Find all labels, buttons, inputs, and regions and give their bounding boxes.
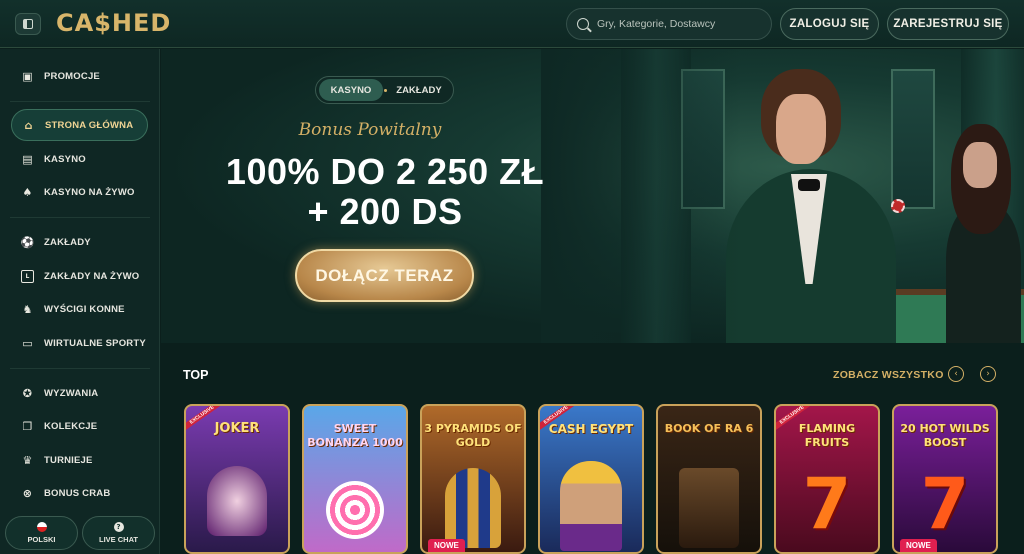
language-button[interactable]: POLSKI [5, 516, 78, 550]
sidebar-item-label: KASYNO NA ŻYWO [44, 186, 135, 198]
game-title: 3 PYRAMIDS OF GOLD [424, 422, 522, 449]
game-card-book-of-ra[interactable]: BOOK OF RA 6 [656, 404, 762, 554]
live-chat-button[interactable]: ? LIVE CHAT [82, 516, 155, 550]
sidebar-item-wyscigi-konne[interactable]: ♞ WYŚCIGI KONNE [11, 293, 148, 325]
sidebar: ▣ PROMOCJE ⌂ STRONA GŁÓWNA ▤ KASYNO ♠ KA… [0, 49, 160, 554]
horse-icon: ♞ [22, 302, 33, 316]
game-card-cash-egypt[interactable]: EXCLUSIVE CASH EGYPT [538, 404, 644, 554]
sidebar-item-wirtualne-sporty[interactable]: ▭ WIRTUALNE SPORTY [11, 327, 148, 359]
logo[interactable]: CA$HED [56, 9, 171, 39]
game-title: JOKER [214, 421, 260, 436]
chevron-right-icon: › [986, 369, 990, 379]
game-title: 20 HOT WILDS BOOST [900, 422, 990, 449]
game-card-flaming-fruits[interactable]: EXCLUSIVE FLAMING FRUITS 7 [774, 404, 880, 554]
hero-tab-switch: KASYNO ZAKŁADY [315, 76, 454, 104]
language-label: POLSKI [27, 535, 56, 544]
hero-title-line2: + 200 DS [307, 191, 463, 232]
see-all-link[interactable]: ZOBACZ WSZYSTKO [833, 369, 944, 381]
trophy-icon: ♛ [22, 453, 33, 467]
game-title: SWEET BONANZA 1000 [307, 422, 403, 449]
register-button[interactable]: ZAREJESTRUJ SIĘ [887, 8, 1009, 40]
game-title: BOOK OF RA 6 [664, 422, 754, 435]
collection-icon: ❐ [22, 419, 33, 433]
sidebar-item-label: BONUS CRAB [44, 487, 111, 499]
game-card-20-hot-wilds[interactable]: 20 HOT WILDS BOOST 7 NOWE [892, 404, 998, 554]
sidebar-item-label: KOLEKCJE [44, 420, 98, 432]
section-title: TOP [183, 368, 209, 382]
sidebar-toggle-button[interactable] [15, 13, 41, 35]
sidebar-item-label: ZAKŁADY NA ŻYWO [44, 270, 140, 282]
sidebar-item-label: TURNIEJE [44, 454, 93, 466]
search-input[interactable] [597, 18, 757, 30]
hero-title-line1: 100% DO 2 250 ZŁ [225, 151, 545, 192]
cleopatra-art [560, 461, 622, 551]
sidebar-item-promocje[interactable]: ▣ PROMOCJE [11, 60, 148, 92]
sidebar-item-strona-glowna[interactable]: ⌂ STRONA GŁÓWNA [11, 109, 148, 141]
cards-icon: ♠ [22, 185, 33, 199]
sidebar-item-label: KASYNO [44, 153, 86, 165]
sidebar-item-zaklady-na-zywo[interactable]: L ZAKŁADY NA ŻYWO [11, 260, 148, 292]
lollipop-art [326, 481, 384, 539]
search-icon [577, 18, 589, 30]
claw-icon: ⊗ [22, 486, 33, 500]
gift-icon: ▣ [22, 69, 33, 83]
sidebar-item-kasyno[interactable]: ▤ KASYNO [11, 143, 148, 175]
help-icon: ? [113, 522, 124, 532]
challenge-icon: ✪ [22, 386, 33, 400]
seven-art: 7 [920, 463, 970, 545]
live-chat-label: LIVE CHAT [98, 535, 139, 544]
join-now-button[interactable]: DOŁĄCZ TERAZ [295, 249, 474, 302]
explorer-art [679, 468, 739, 548]
top-header: CA$HED ZALOGUJ SIĘ ZAREJESTRUJ SIĘ [0, 0, 1024, 48]
new-badge: NOWE [428, 539, 465, 552]
sidebar-toggle-icon [23, 19, 33, 29]
sidebar-item-label: STRONA GŁÓWNA [45, 119, 134, 131]
pharaoh-art [445, 468, 501, 548]
home-icon: ⌂ [24, 118, 33, 132]
tab-zaklady[interactable]: ZAKŁADY [388, 79, 450, 101]
game-card-sweet-bonanza[interactable]: SWEET BONANZA 1000 [302, 404, 408, 554]
virtual-icon: ▭ [22, 336, 33, 350]
slot-machine-icon: ▤ [22, 152, 33, 166]
sidebar-item-label: WYŚCIGI KONNE [44, 303, 125, 315]
hero-subtitle: Bonus Powitalny [298, 120, 442, 140]
sidebar-item-kasyno-na-zywo[interactable]: ♠ KASYNO NA ŻYWO [11, 176, 148, 208]
poland-flag-icon [36, 522, 47, 532]
sidebar-item-wyzwania[interactable]: ✪ WYZWANIA [11, 377, 148, 409]
carousel-next-button[interactable]: › [980, 366, 996, 382]
hero-title: 100% DO 2 250 ZŁ + 200 DS [190, 152, 580, 232]
divider [10, 101, 150, 102]
sidebar-item-label: ZAKŁADY [44, 236, 91, 248]
game-title: FLAMING FRUITS [798, 422, 856, 449]
sidebar-item-kolekcje[interactable]: ❐ KOLEKCJE [11, 410, 148, 442]
sidebar-item-label: PROMOCJE [44, 70, 100, 82]
new-badge: NOWE [900, 539, 937, 552]
sidebar-item-bonus-crab[interactable]: ⊗ BONUS CRAB [11, 477, 148, 509]
search-box[interactable] [566, 8, 772, 40]
sidebar-item-turnieje[interactable]: ♛ TURNIEJE [11, 444, 148, 476]
chevron-left-icon: ‹ [954, 369, 958, 379]
joker-art [207, 466, 267, 536]
game-card-pyramids[interactable]: 3 PYRAMIDS OF GOLD NOWE [420, 404, 526, 554]
sidebar-item-label: WYZWANIA [44, 387, 99, 399]
ball-icon: ⚽ [20, 235, 35, 249]
sidebar-item-label: WIRTUALNE SPORTY [44, 337, 146, 349]
game-card-joker[interactable]: EXCLUSIVE JOKER [184, 404, 290, 554]
divider [10, 217, 150, 218]
seven-art: 7 [802, 463, 852, 545]
divider [10, 368, 150, 369]
tab-kasyno[interactable]: KASYNO [319, 79, 384, 101]
login-button[interactable]: ZALOGUJ SIĘ [780, 8, 879, 40]
tab-separator [384, 88, 387, 92]
game-title: CASH EGYPT [548, 422, 634, 436]
carousel-prev-button[interactable]: ‹ [948, 366, 964, 382]
live-icon: L [21, 269, 34, 283]
sidebar-item-zaklady[interactable]: ⚽ ZAKŁADY [11, 226, 148, 258]
